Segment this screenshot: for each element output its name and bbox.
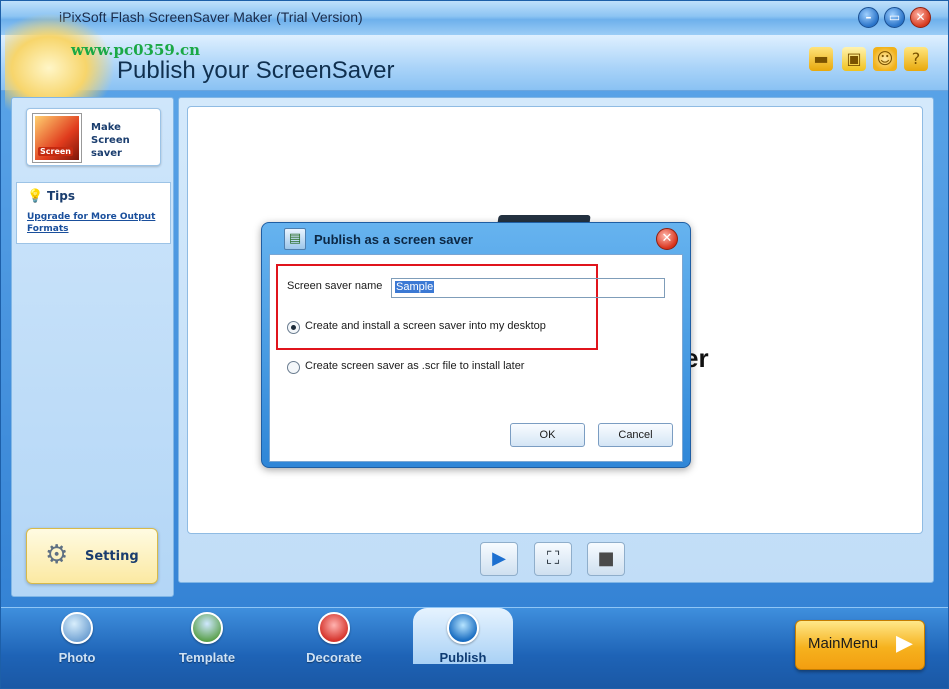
save-icon[interactable]: ▣ <box>842 47 866 71</box>
photo-icon <box>61 612 93 644</box>
tab-publish-label: Publish <box>439 650 487 665</box>
tab-template[interactable]: Template <box>159 612 255 672</box>
gear-icon: ⚙ <box>45 540 69 570</box>
heart-icon <box>318 612 350 644</box>
left-sidebar: Screen Make Screen saver 💡 Tips Upgrade … <box>11 97 174 597</box>
play-button[interactable]: ▶ <box>480 542 518 576</box>
tips-title: Tips <box>47 189 76 203</box>
minimize-button[interactable]: – <box>858 7 879 28</box>
make-label-line2: Screen saver <box>91 135 130 159</box>
page-title: Publish your ScreenSaver <box>117 57 395 84</box>
main-menu-button[interactable]: MainMenu ▶ <box>795 620 925 670</box>
cancel-button[interactable]: Cancel <box>598 423 673 447</box>
upgrade-link[interactable]: Upgrade for More Output Formats <box>27 211 167 235</box>
folder-icon[interactable]: ▬ <box>809 47 833 71</box>
install-option-label[interactable]: Create and install a screen saver into m… <box>305 320 546 332</box>
ok-button[interactable]: OK <box>510 423 585 447</box>
scr-option-label[interactable]: Create screen saver as .scr file to inst… <box>305 360 524 372</box>
help-question-icon[interactable]: ? <box>904 47 928 71</box>
dialog-title: Publish as a screen saver <box>314 232 473 247</box>
setting-label: Setting <box>85 549 139 564</box>
template-icon <box>191 612 223 644</box>
title-bar: iPixSoft Flash ScreenSaver Maker (Trial … <box>1 1 948 35</box>
tab-publish[interactable]: Publish <box>413 608 513 665</box>
tab-decorate[interactable]: Decorate <box>286 612 382 672</box>
screensaver-name-label: Screen saver name <box>287 280 383 292</box>
close-button[interactable]: ✕ <box>910 7 931 28</box>
thumbnail-label: Screen <box>38 147 73 156</box>
help-person-icon[interactable]: ☺ <box>873 47 897 71</box>
install-radio[interactable] <box>287 321 300 334</box>
tips-panel: 💡 Tips Upgrade for More Output Formats <box>16 182 171 244</box>
dialog-body: Screen saver name Sample Create and inst… <box>269 254 683 462</box>
scr-file-radio[interactable] <box>287 361 300 374</box>
dialog-close-button[interactable]: ✕ <box>656 228 678 250</box>
setting-button[interactable]: ⚙ Setting <box>26 528 158 584</box>
make-screensaver-button[interactable]: Screen Make Screen saver <box>26 108 161 166</box>
publish-dialog: ▤ Publish as a screen saver ✕ Screen sav… <box>261 222 691 468</box>
screensaver-name-input[interactable]: Sample <box>391 278 665 298</box>
highlight-box <box>276 264 598 350</box>
tab-photo-label: Photo <box>58 650 96 665</box>
tab-decorate-label: Decorate <box>306 650 362 665</box>
stop-button[interactable]: ■ <box>587 542 625 576</box>
tab-template-label: Template <box>178 650 236 665</box>
screensaver-name-value: Sample <box>395 281 435 293</box>
monitor-icon: ▤ <box>284 228 306 250</box>
arrow-right-icon: ▶ <box>896 631 913 656</box>
fullscreen-button[interactable]: ⛶ <box>534 542 572 576</box>
tab-photo[interactable]: Photo <box>29 612 125 672</box>
make-screensaver-label: Make Screen saver <box>91 121 160 160</box>
make-label-line1: Make <box>91 122 121 133</box>
app-window: iPixSoft Flash ScreenSaver Maker (Trial … <box>0 0 949 689</box>
lightbulb-icon: 💡 <box>27 189 44 204</box>
bottom-navigation: Photo Template Decorate Publish MainMenu… <box>1 607 948 688</box>
maximize-button[interactable]: ▭ <box>884 7 905 28</box>
main-menu-label: MainMenu <box>808 635 879 652</box>
globe-icon <box>447 612 479 644</box>
screensaver-thumbnail: Screen <box>33 114 81 162</box>
page-header: www.pc0359.cn Publish your ScreenSaver ▬… <box>1 13 948 113</box>
